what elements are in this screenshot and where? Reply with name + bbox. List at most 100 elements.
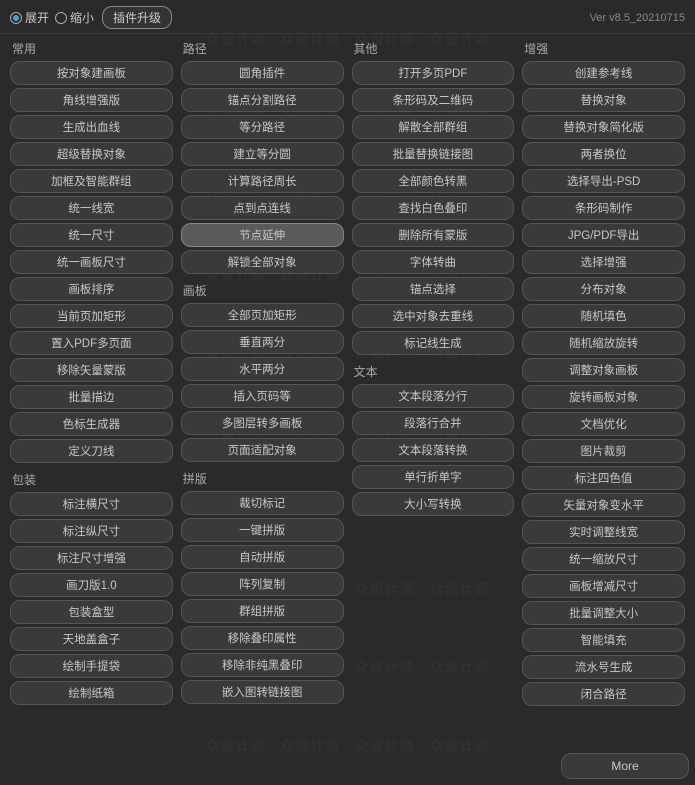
btn-画刀版[interactable]: 画刀版1.0 xyxy=(10,573,173,597)
btn-角线增强版[interactable]: 角线增强版 xyxy=(10,88,173,112)
btn-移除非纯黑叠印[interactable]: 移除非纯黑叠印 xyxy=(181,653,344,677)
section-common: 常用 按对象建画板 角线增强版 生成出血线 超级替换对象 加框及智能群组 统一线… xyxy=(6,38,177,708)
btn-节点延伸[interactable]: 节点延伸 xyxy=(181,223,344,247)
expand-radio[interactable]: 展开 xyxy=(10,9,49,26)
btn-字体转曲[interactable]: 字体转曲 xyxy=(352,250,515,274)
btn-锚点选择[interactable]: 锚点选择 xyxy=(352,277,515,301)
btn-色标生成器[interactable]: 色标生成器 xyxy=(10,412,173,436)
btn-绘制纸箱[interactable]: 绘制纸箱 xyxy=(10,681,173,705)
btn-群组拼版[interactable]: 群组拼版 xyxy=(181,599,344,623)
btn-批量描边[interactable]: 批量描边 xyxy=(10,385,173,409)
collapse-radio-circle xyxy=(55,12,67,24)
btn-文本段落分行[interactable]: 文本段落分行 xyxy=(352,384,515,408)
collapse-radio[interactable]: 缩小 xyxy=(55,9,94,26)
btn-分布对象[interactable]: 分布对象 xyxy=(522,277,685,301)
btn-闭合路径[interactable]: 闭合路径 xyxy=(522,682,685,706)
btn-随机填色[interactable]: 随机填色 xyxy=(522,304,685,328)
btn-流水号生成[interactable]: 流水号生成 xyxy=(522,655,685,679)
btn-统一画板尺寸[interactable]: 统一画板尺寸 xyxy=(10,250,173,274)
section-path-title: 路径 xyxy=(181,40,344,57)
btn-矢量对象变水平[interactable]: 矢量对象变水平 xyxy=(522,493,685,517)
btn-图片裁剪[interactable]: 图片裁剪 xyxy=(522,439,685,463)
btn-阵列复制[interactable]: 阵列复制 xyxy=(181,572,344,596)
btn-画板排序[interactable]: 画板排序 xyxy=(10,277,173,301)
btn-段落行合并[interactable]: 段落行合并 xyxy=(352,411,515,435)
section-layout-title: 拼版 xyxy=(181,470,344,487)
btn-标注纵尺寸[interactable]: 标注纵尺寸 xyxy=(10,519,173,543)
version-text: Ver v8.5_20210715 xyxy=(590,12,685,24)
section-enhance: 增强 创建参考线 替换对象 替换对象简化版 两者换位 选择导出-PSD 条形码制… xyxy=(518,38,689,708)
btn-裁切标记[interactable]: 裁切标记 xyxy=(181,491,344,515)
btn-选中对象去重线[interactable]: 选中对象去重线 xyxy=(352,304,515,328)
btn-文档优化[interactable]: 文档优化 xyxy=(522,412,685,436)
btn-标注四色值[interactable]: 标注四色值 xyxy=(522,466,685,490)
btn-解锁全部对象[interactable]: 解锁全部对象 xyxy=(181,250,344,274)
more-button[interactable]: More xyxy=(561,753,689,779)
btn-批量调整大小[interactable]: 批量调整大小 xyxy=(522,601,685,625)
btn-圆角插件[interactable]: 圆角插件 xyxy=(181,61,344,85)
btn-建立等分圆[interactable]: 建立等分圆 xyxy=(181,142,344,166)
btn-超级替换对象[interactable]: 超级替换对象 xyxy=(10,142,173,166)
btn-加框及智能群组[interactable]: 加框及智能群组 xyxy=(10,169,173,193)
btn-置入PDF多页面[interactable]: 置入PDF多页面 xyxy=(10,331,173,355)
btn-查找白色叠印[interactable]: 查找白色叠印 xyxy=(352,196,515,220)
btn-删除所有蒙版[interactable]: 删除所有蒙版 xyxy=(352,223,515,247)
btn-标注尺寸增强[interactable]: 标注尺寸增强 xyxy=(10,546,173,570)
btn-天地盖盒子[interactable]: 天地盖盒子 xyxy=(10,627,173,651)
btn-页面适配对象[interactable]: 页面适配对象 xyxy=(181,438,344,462)
btn-垂直两分[interactable]: 垂直两分 xyxy=(181,330,344,354)
btn-打开多页PDF[interactable]: 打开多页PDF xyxy=(352,61,515,85)
btn-选择增强[interactable]: 选择增强 xyxy=(522,250,685,274)
btn-条形码及二维码[interactable]: 条形码及二维码 xyxy=(352,88,515,112)
btn-移除叠印属性[interactable]: 移除叠印属性 xyxy=(181,626,344,650)
btn-统一线宽[interactable]: 统一线宽 xyxy=(10,196,173,220)
btn-多图层转多画板[interactable]: 多图层转多画板 xyxy=(181,411,344,435)
btn-统一尺寸[interactable]: 统一尺寸 xyxy=(10,223,173,247)
btn-智能填充[interactable]: 智能填充 xyxy=(522,628,685,652)
btn-自动拼版[interactable]: 自动拼版 xyxy=(181,545,344,569)
btn-当前页加矩形[interactable]: 当前页加矩形 xyxy=(10,304,173,328)
btn-统一缩放尺寸[interactable]: 统一缩放尺寸 xyxy=(522,547,685,571)
btn-实时调整线宽[interactable]: 实时调整线宽 xyxy=(522,520,685,544)
btn-按对象建画板[interactable]: 按对象建画板 xyxy=(10,61,173,85)
section-text-title: 文本 xyxy=(352,363,515,380)
btn-文本段落转换[interactable]: 文本段落转换 xyxy=(352,438,515,462)
btn-单行折单字[interactable]: 单行折单字 xyxy=(352,465,515,489)
expand-radio-circle xyxy=(10,12,22,24)
btn-画板增减尺寸[interactable]: 画板增减尺寸 xyxy=(522,574,685,598)
btn-嵌入图转链接图[interactable]: 嵌入图转链接图 xyxy=(181,680,344,704)
btn-全部页加矩形[interactable]: 全部页加矩形 xyxy=(181,303,344,327)
section-other: 其他 打开多页PDF 条形码及二维码 解散全部群组 批量替换链接图 全部颜色转黑… xyxy=(348,38,519,708)
btn-标注横尺寸[interactable]: 标注横尺寸 xyxy=(10,492,173,516)
btn-创建参考线[interactable]: 创建参考线 xyxy=(522,61,685,85)
btn-随机缩放旋转[interactable]: 随机缩放旋转 xyxy=(522,331,685,355)
btn-JPG-PDF导出[interactable]: JPG/PDF导出 xyxy=(522,223,685,247)
btn-等分路径[interactable]: 等分路径 xyxy=(181,115,344,139)
btn-水平两分[interactable]: 水平两分 xyxy=(181,357,344,381)
btn-一键拼版[interactable]: 一键拼版 xyxy=(181,518,344,542)
upgrade-button[interactable]: 插件升级 xyxy=(102,6,172,29)
btn-替换对象简化版[interactable]: 替换对象简化版 xyxy=(522,115,685,139)
btn-定义刀线[interactable]: 定义刀线 xyxy=(10,439,173,463)
btn-计算路径周长[interactable]: 计算路径周长 xyxy=(181,169,344,193)
btn-旋转画板对象[interactable]: 旋转画板对象 xyxy=(522,385,685,409)
btn-包装盒型[interactable]: 包装盒型 xyxy=(10,600,173,624)
btn-替换对象[interactable]: 替换对象 xyxy=(522,88,685,112)
btn-生成出血线[interactable]: 生成出血线 xyxy=(10,115,173,139)
btn-标记线生成[interactable]: 标记线生成 xyxy=(352,331,515,355)
btn-条形码制作[interactable]: 条形码制作 xyxy=(522,196,685,220)
btn-移除矢量蒙版[interactable]: 移除矢量蒙版 xyxy=(10,358,173,382)
section-canvas-title: 画板 xyxy=(181,282,344,299)
btn-绘制手提袋[interactable]: 绘制手提袋 xyxy=(10,654,173,678)
btn-批量替换链接图[interactable]: 批量替换链接图 xyxy=(352,142,515,166)
btn-选择导出PSD[interactable]: 选择导出-PSD xyxy=(522,169,685,193)
btn-锚点分割路径[interactable]: 锚点分割路径 xyxy=(181,88,344,112)
btn-解散全部群组[interactable]: 解散全部群组 xyxy=(352,115,515,139)
btn-大小写转换[interactable]: 大小写转换 xyxy=(352,492,515,516)
btn-全部颜色转黑[interactable]: 全部颜色转黑 xyxy=(352,169,515,193)
package-btn-list: 标注横尺寸 标注纵尺寸 标注尺寸增强 画刀版1.0 包装盒型 天地盖盒子 绘制手… xyxy=(10,492,173,705)
btn-调整对象画板[interactable]: 调整对象画板 xyxy=(522,358,685,382)
btn-插入页码等[interactable]: 插入页码等 xyxy=(181,384,344,408)
btn-点到点连线[interactable]: 点到点连线 xyxy=(181,196,344,220)
btn-两者换位[interactable]: 两者换位 xyxy=(522,142,685,166)
